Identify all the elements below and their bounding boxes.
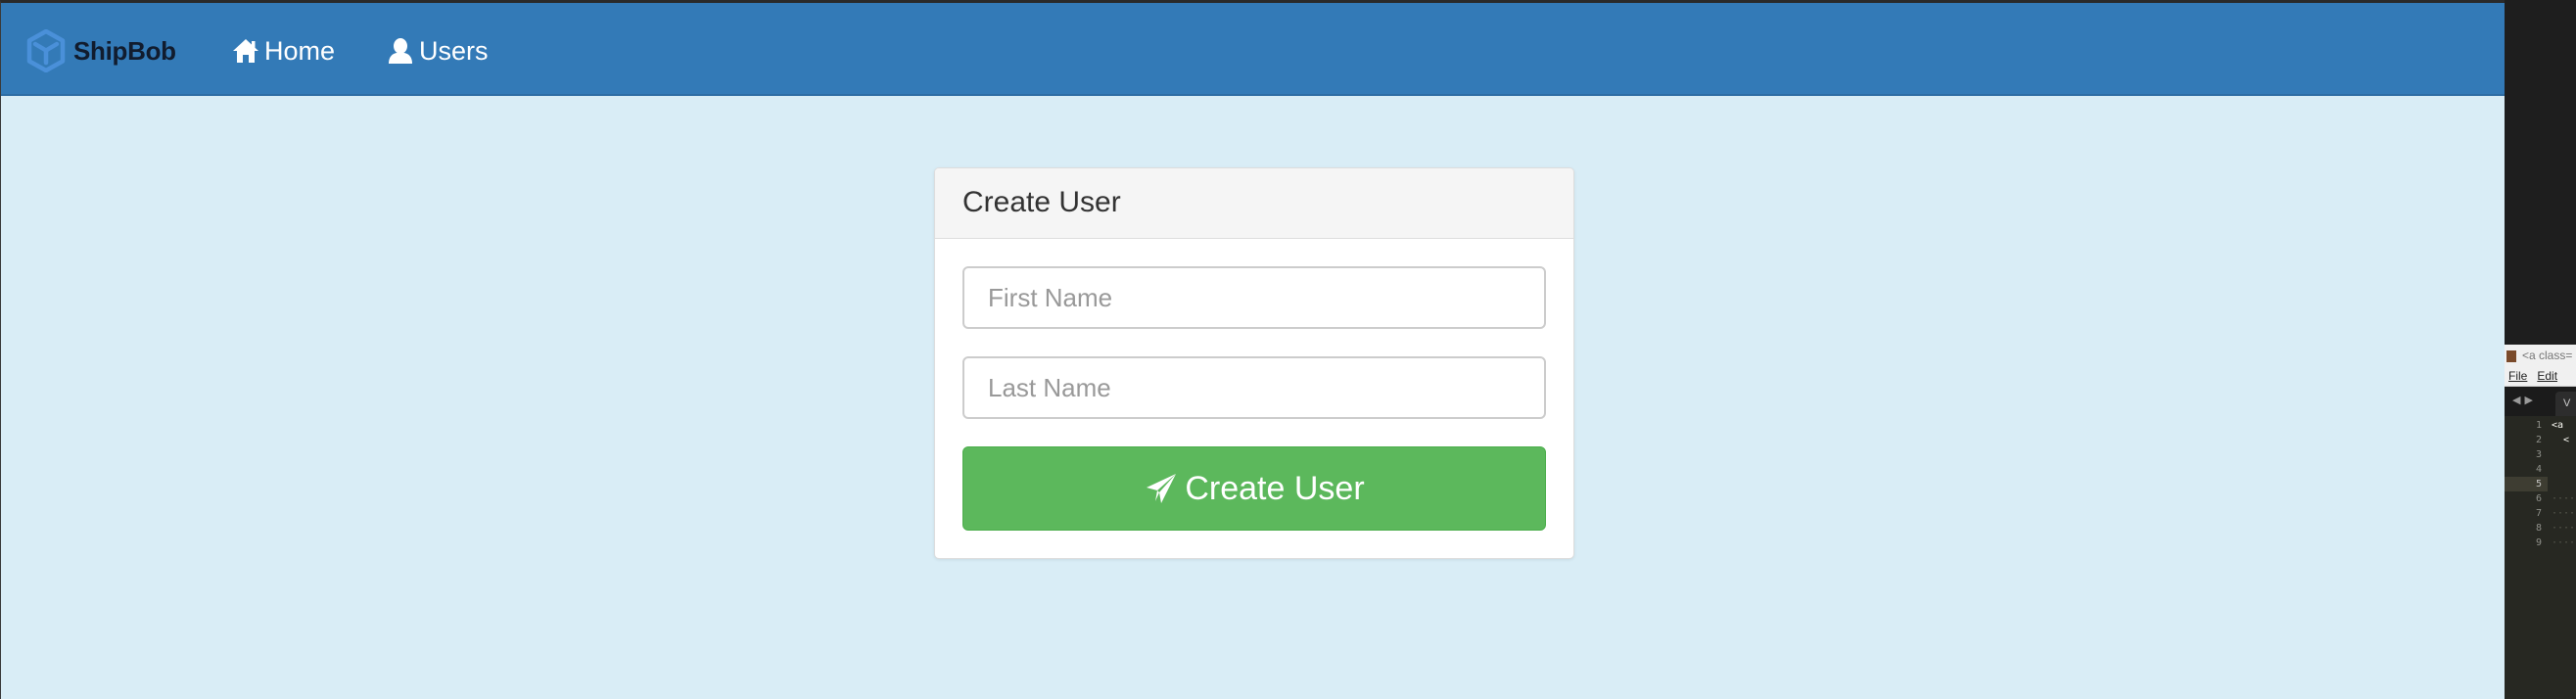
code-line: <	[2552, 435, 2570, 445]
code-line: ····	[2552, 523, 2576, 534]
line-number: 9	[2535, 537, 2542, 548]
nav-link-home[interactable]: Home	[231, 31, 335, 70]
editor-tabbar: ◀▶ V	[2505, 387, 2576, 416]
send-icon	[1144, 471, 1179, 506]
line-number-active: 5	[2505, 477, 2548, 491]
navbar: ShipBob Home Users	[1, 3, 2505, 96]
editor-app-icon	[2506, 350, 2516, 362]
create-user-button-label: Create User	[1185, 469, 1365, 507]
editor-menubar: File Edit	[2505, 366, 2576, 387]
line-number: 4	[2535, 464, 2542, 475]
brand-name: ShipBob	[73, 35, 176, 66]
menu-edit[interactable]: Edit	[2537, 369, 2557, 383]
brand-link[interactable]: ShipBob	[26, 28, 176, 73]
first-name-input[interactable]	[962, 266, 1546, 329]
editor-titlebar: <a class=	[2505, 345, 2576, 366]
editor-body[interactable]: 1 2 3 4 5 6 7 8 9 <a < ···· ···· ···· ··…	[2505, 416, 2576, 699]
nav-link-users[interactable]: Users	[386, 31, 489, 70]
line-number: 3	[2535, 449, 2542, 460]
home-icon	[231, 36, 260, 66]
line-number: 2	[2535, 435, 2542, 445]
editor-tab[interactable]: V	[2555, 392, 2576, 416]
line-number: 1	[2535, 420, 2542, 431]
code-line: <a	[2552, 420, 2564, 431]
line-number: 6	[2535, 493, 2542, 504]
nav-link-label: Users	[419, 35, 489, 66]
user-icon	[386, 36, 415, 66]
nav-link-label: Home	[264, 35, 336, 66]
code-editor-window: <a class= File Edit ◀▶ V 1 2 3 4 5 6 7 8 …	[2505, 0, 2576, 699]
panel-heading: Create User	[935, 168, 1573, 239]
create-user-button[interactable]: Create User	[962, 446, 1546, 531]
line-number: 7	[2535, 508, 2542, 519]
browser-page: ShipBob Home Users Create User First Nam…	[0, 0, 2505, 699]
panel-title: Create User	[962, 186, 1121, 218]
code-line: ····	[2552, 508, 2576, 519]
line-number: 8	[2535, 523, 2542, 534]
code-line: ····	[2552, 537, 2576, 548]
shipbob-logo-icon	[26, 28, 66, 73]
editor-title: <a class=	[2522, 349, 2573, 362]
create-user-panel: Create User Create User	[934, 167, 1574, 559]
tab-nav-arrows-icon[interactable]: ◀▶	[2512, 394, 2537, 406]
menu-file[interactable]: File	[2508, 369, 2527, 383]
code-line: ····	[2552, 493, 2576, 504]
last-name-input[interactable]	[962, 356, 1546, 419]
